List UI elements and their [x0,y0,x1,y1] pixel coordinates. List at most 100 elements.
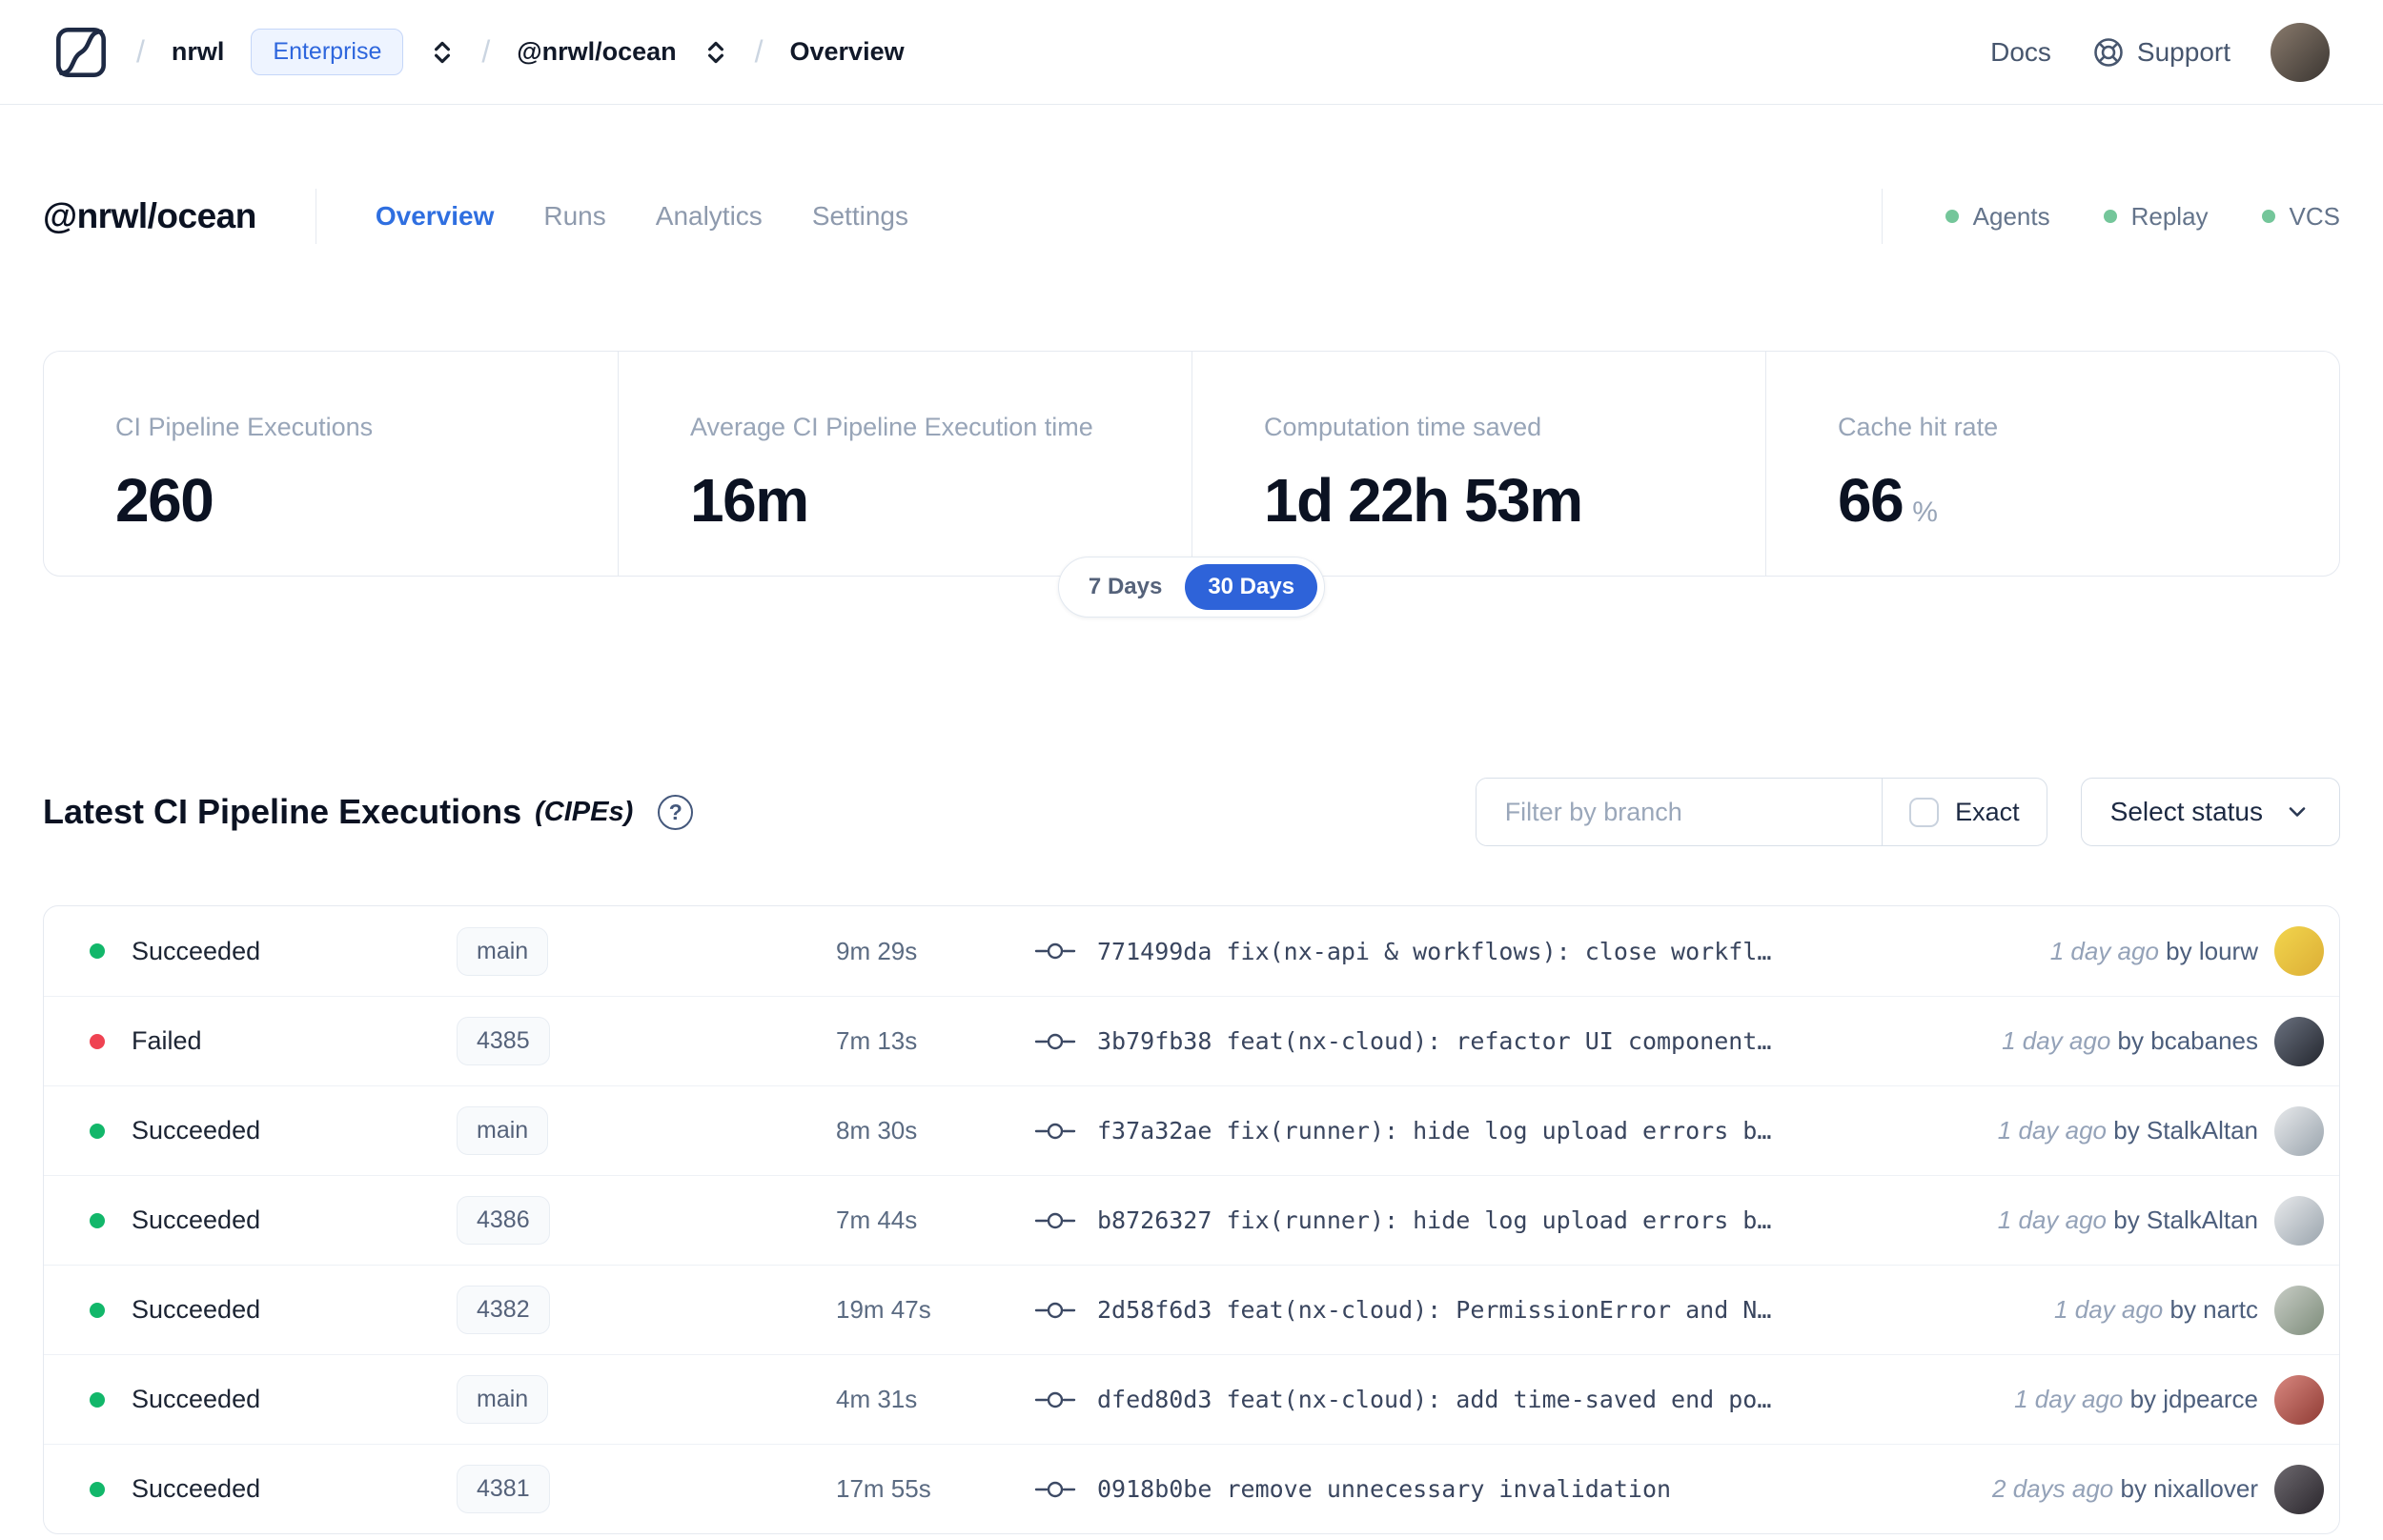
table-row[interactable]: Succeeded main 8m 30s f37a32ae fix(runne… [44,1085,2339,1175]
commit-cell[interactable]: 771499da fix(nx-api & workflows): close … [1034,938,1876,965]
status-dot-icon [90,1212,105,1228]
author-avatar[interactable] [2274,1195,2324,1246]
lifebuoy-icon [2091,35,2126,70]
commit-cell[interactable]: b8726327 fix(runner): hide log upload er… [1034,1206,1876,1234]
breadcrumb-workspace[interactable]: @nrwl/ocean [517,37,676,67]
duration-label: 9m 29s [836,936,918,965]
branch-chip[interactable]: 4385 [457,1017,550,1065]
branch-cell: 4381 [457,1465,836,1513]
status-cell: Succeeded [90,1206,457,1235]
branch-chip[interactable]: 4386 [457,1196,550,1245]
commit-cell[interactable]: 3b79fb38 feat(nx-cloud): refactor UI com… [1034,1027,1876,1055]
table-row[interactable]: Succeeded 4386 7m 44s b8726327 fix(runne… [44,1175,2339,1265]
enterprise-badge: Enterprise [251,29,404,75]
stat-suffix: % [1912,496,1938,528]
status-dot-icon [90,1302,105,1318]
author-avatar[interactable] [2274,1016,2324,1066]
status-dot-icon [90,1123,105,1139]
date-range-toggle-wrap: 7 Days 30 Days [0,557,2383,618]
table-row[interactable]: Succeeded 4381 17m 55s 0918b0be remove u… [44,1444,2339,1533]
branch-cell: main [457,1106,836,1155]
branch-chip[interactable]: main [457,1375,549,1424]
status-label: Succeeded [132,1385,261,1413]
stat-average-execution-time: Average CI Pipeline Execution time 16m [618,352,1192,576]
branch-cell: 4385 [457,1017,836,1065]
tab-overview[interactable]: Overview [376,201,495,232]
commit-cell[interactable]: dfed80d3 feat(nx-cloud): add time-saved … [1034,1386,1876,1413]
tab-runs[interactable]: Runs [543,201,605,232]
commit-cell[interactable]: 0918b0be remove unnecessary invalidation [1034,1475,1876,1503]
question-circle-icon[interactable]: ? [658,794,694,830]
git-commit-icon [1034,939,1076,963]
meta-cell: 2 days ago by nixallover [1876,1464,2324,1514]
user-avatar[interactable] [2271,22,2330,82]
commit-cell[interactable]: 2d58f6d3 feat(nx-cloud): PermissionError… [1034,1296,1876,1324]
time-ago-label: 1 day ago [2049,936,2159,965]
branch-chip[interactable]: 4382 [457,1286,550,1334]
commit-message: 0918b0be remove unnecessary invalidation [1097,1475,1672,1503]
top-nav: / nrwl Enterprise / @nrwl/ocean / Overvi… [0,0,2383,105]
stat-value: 66 [1838,466,1904,535]
meta-cell: 1 day ago by bcabanes [1876,1016,2324,1066]
status-dot-icon [90,1481,105,1497]
stat-label: Cache hit rate [1838,413,1999,441]
time-ago-label: 2 days ago [1992,1474,2114,1503]
breadcrumb-page: Overview [789,37,905,66]
branch-chip[interactable]: main [457,1106,549,1155]
range-30-days-button[interactable]: 30 Days [1185,564,1318,610]
branch-filter-group: Exact [1475,778,2047,846]
git-commit-icon [1034,1119,1076,1144]
status-label: Succeeded [132,1206,261,1234]
status-dot-icon [90,943,105,959]
time-ago-label: 1 day ago [2054,1295,2164,1324]
green-status-dot-icon [2261,210,2275,223]
breadcrumb-separator: / [136,34,145,69]
author-avatar[interactable] [2274,1464,2324,1514]
table-row[interactable]: Succeeded 4382 19m 47s 2d58f6d3 feat(nx-… [44,1265,2339,1354]
table-row[interactable]: Failed 4385 7m 13s 3b79fb38 feat(nx-clou… [44,996,2339,1085]
git-commit-icon [1034,1029,1076,1054]
table-row[interactable]: Succeeded main 9m 29s 771499da fix(nx-ap… [44,906,2339,996]
author-avatar[interactable] [2274,926,2324,976]
exact-checkbox[interactable] [1909,797,1940,827]
branch-filter-input[interactable] [1476,779,1883,845]
meta-cell: 1 day ago by StalkAltan [1876,1195,2324,1246]
time-ago-label: 1 day ago [2002,1026,2111,1055]
meta-cell: 1 day ago by jdpearce [1876,1374,2324,1425]
meta-cell: 1 day ago by nartc [1876,1285,2324,1335]
support-link[interactable]: Support [2091,35,2230,70]
support-label: Support [2136,36,2230,67]
commit-cell[interactable]: f37a32ae fix(runner): hide log upload er… [1034,1117,1876,1145]
tab-analytics[interactable]: Analytics [656,201,763,232]
status-cell: Succeeded [90,937,457,966]
author-avatar[interactable] [2274,1374,2324,1425]
select-status-dropdown[interactable]: Select status [2080,778,2340,846]
feature-status-list: Agents Replay VCS [1823,189,2340,244]
status-label: Succeeded [132,1474,261,1503]
exact-match-toggle[interactable]: Exact [1882,779,2047,845]
stat-label: Average CI Pipeline Execution time [690,413,1093,441]
nx-cloud-logo-icon[interactable] [52,24,110,81]
chevron-down-icon [2284,799,2311,825]
status-cell: Succeeded [90,1385,457,1414]
table-row[interactable]: Succeeded main 4m 31s dfed80d3 feat(nx-c… [44,1354,2339,1444]
git-commit-icon [1034,1298,1076,1323]
workspace-switcher-chevron-icon[interactable] [703,37,728,68]
branch-chip[interactable]: main [457,926,549,976]
workspace-header: @nrwl/ocean Overview Runs Analytics Sett… [0,189,2383,244]
stat-label: CI Pipeline Executions [115,413,374,441]
stat-value: 1d 22h 53m [1264,466,1583,535]
time-ago-label: 1 day ago [1997,1116,2108,1145]
commit-message: 3b79fb38 feat(nx-cloud): refactor UI com… [1097,1027,1772,1055]
branch-chip[interactable]: 4381 [457,1465,550,1513]
range-7-days-button[interactable]: 7 Days [1066,564,1185,610]
feature-status-agents: Agents [1945,202,2050,232]
author-avatar[interactable] [2274,1105,2324,1156]
docs-link[interactable]: Docs [1990,37,2051,68]
tab-settings[interactable]: Settings [812,201,908,232]
author-avatar[interactable] [2274,1285,2324,1335]
org-switcher-chevron-icon[interactable] [430,37,455,68]
section-title: Latest CI Pipeline Executions [43,792,522,831]
meta-cell: 1 day ago by lourw [1876,926,2324,976]
breadcrumb-org[interactable]: nrwl [172,37,225,67]
